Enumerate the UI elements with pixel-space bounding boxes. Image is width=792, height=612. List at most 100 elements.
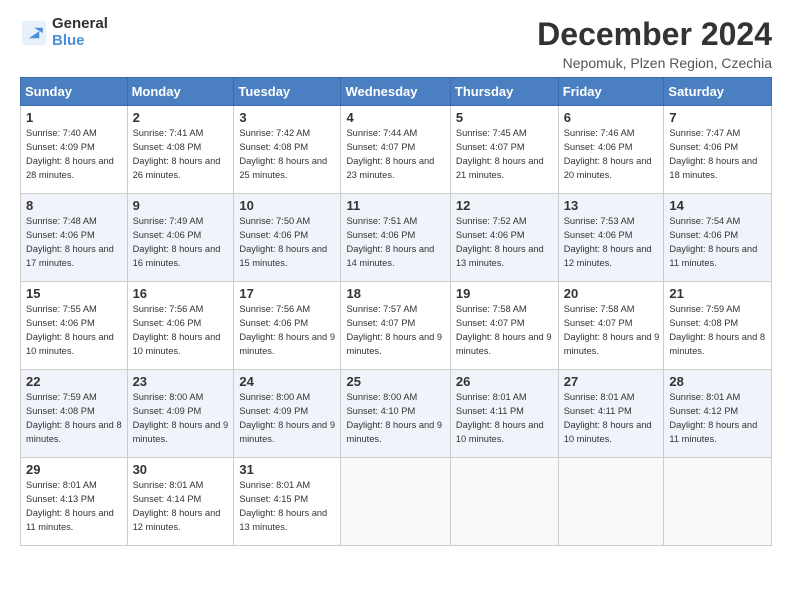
day-detail: Sunrise: 7:48 AM Sunset: 4:06 PM Dayligh… — [26, 215, 123, 271]
day-number: 3 — [239, 110, 336, 125]
sunrise-text: Sunrise: 7:59 AM — [669, 303, 767, 317]
calendar-title: December 2024 — [537, 16, 772, 53]
sunset-text: Sunset: 4:11 PM — [564, 405, 660, 419]
calendar-cell: 27 Sunrise: 8:01 AM Sunset: 4:11 PM Dayl… — [558, 370, 664, 458]
day-detail: Sunrise: 8:00 AM Sunset: 4:09 PM Dayligh… — [239, 391, 336, 447]
sunrise-text: Sunrise: 8:01 AM — [26, 479, 123, 493]
sunset-text: Sunset: 4:07 PM — [564, 317, 660, 331]
day-number: 29 — [26, 462, 123, 477]
day-detail: Sunrise: 8:00 AM Sunset: 4:10 PM Dayligh… — [346, 391, 445, 447]
day-detail: Sunrise: 7:40 AM Sunset: 4:09 PM Dayligh… — [26, 127, 123, 183]
day-detail: Sunrise: 7:51 AM Sunset: 4:06 PM Dayligh… — [346, 215, 445, 271]
calendar-table: SundayMondayTuesdayWednesdayThursdayFrid… — [20, 77, 772, 546]
sunrise-text: Sunrise: 7:50 AM — [239, 215, 336, 229]
daylight-text: Daylight: 8 hours and 11 minutes. — [26, 507, 123, 535]
sunset-text: Sunset: 4:07 PM — [346, 141, 445, 155]
day-number: 6 — [564, 110, 660, 125]
daylight-text: Daylight: 8 hours and 9 minutes. — [346, 331, 445, 359]
logo: General Blue — [20, 16, 108, 49]
day-number: 10 — [239, 198, 336, 213]
sunrise-text: Sunrise: 8:01 AM — [133, 479, 230, 493]
sunrise-text: Sunrise: 8:00 AM — [346, 391, 445, 405]
calendar-cell: 2 Sunrise: 7:41 AM Sunset: 4:08 PM Dayli… — [127, 106, 234, 194]
day-detail: Sunrise: 7:59 AM Sunset: 4:08 PM Dayligh… — [669, 303, 767, 359]
calendar-subtitle: Nepomuk, Plzen Region, Czechia — [537, 55, 772, 71]
day-detail: Sunrise: 7:41 AM Sunset: 4:08 PM Dayligh… — [133, 127, 230, 183]
day-detail: Sunrise: 7:58 AM Sunset: 4:07 PM Dayligh… — [456, 303, 554, 359]
day-detail: Sunrise: 8:01 AM Sunset: 4:11 PM Dayligh… — [456, 391, 554, 447]
day-number: 4 — [346, 110, 445, 125]
title-block: December 2024 Nepomuk, Plzen Region, Cze… — [537, 16, 772, 71]
day-number: 23 — [133, 374, 230, 389]
calendar-cell: 6 Sunrise: 7:46 AM Sunset: 4:06 PM Dayli… — [558, 106, 664, 194]
day-detail: Sunrise: 7:55 AM Sunset: 4:06 PM Dayligh… — [26, 303, 123, 359]
day-detail: Sunrise: 7:52 AM Sunset: 4:06 PM Dayligh… — [456, 215, 554, 271]
calendar-cell: 28 Sunrise: 8:01 AM Sunset: 4:12 PM Dayl… — [664, 370, 772, 458]
day-number: 31 — [239, 462, 336, 477]
daylight-text: Daylight: 8 hours and 8 minutes. — [669, 331, 767, 359]
day-of-week-sunday: Sunday — [21, 78, 128, 106]
day-detail: Sunrise: 7:44 AM Sunset: 4:07 PM Dayligh… — [346, 127, 445, 183]
calendar-cell: 9 Sunrise: 7:49 AM Sunset: 4:06 PM Dayli… — [127, 194, 234, 282]
day-number: 21 — [669, 286, 767, 301]
daylight-text: Daylight: 8 hours and 16 minutes. — [133, 243, 230, 271]
day-number: 8 — [26, 198, 123, 213]
sunset-text: Sunset: 4:12 PM — [669, 405, 767, 419]
day-number: 16 — [133, 286, 230, 301]
daylight-text: Daylight: 8 hours and 14 minutes. — [346, 243, 445, 271]
sunrise-text: Sunrise: 8:01 AM — [669, 391, 767, 405]
sunrise-text: Sunrise: 7:57 AM — [346, 303, 445, 317]
daylight-text: Daylight: 8 hours and 9 minutes. — [346, 419, 445, 447]
day-number: 24 — [239, 374, 336, 389]
daylight-text: Daylight: 8 hours and 12 minutes. — [564, 243, 660, 271]
calendar-cell: 12 Sunrise: 7:52 AM Sunset: 4:06 PM Dayl… — [450, 194, 558, 282]
day-number: 25 — [346, 374, 445, 389]
day-of-week-wednesday: Wednesday — [341, 78, 450, 106]
sunrise-text: Sunrise: 7:47 AM — [669, 127, 767, 141]
calendar-cell: 8 Sunrise: 7:48 AM Sunset: 4:06 PM Dayli… — [21, 194, 128, 282]
calendar-week-row: 8 Sunrise: 7:48 AM Sunset: 4:06 PM Dayli… — [21, 194, 772, 282]
calendar-cell: 25 Sunrise: 8:00 AM Sunset: 4:10 PM Dayl… — [341, 370, 450, 458]
sunrise-text: Sunrise: 7:59 AM — [26, 391, 123, 405]
calendar-cell: 10 Sunrise: 7:50 AM Sunset: 4:06 PM Dayl… — [234, 194, 341, 282]
daylight-text: Daylight: 8 hours and 17 minutes. — [26, 243, 123, 271]
day-number: 14 — [669, 198, 767, 213]
calendar-cell: 16 Sunrise: 7:56 AM Sunset: 4:06 PM Dayl… — [127, 282, 234, 370]
day-number: 26 — [456, 374, 554, 389]
logo-text-blue: Blue — [52, 33, 108, 50]
day-number: 9 — [133, 198, 230, 213]
header: General Blue December 2024 Nepomuk, Plze… — [20, 16, 772, 71]
sunset-text: Sunset: 4:06 PM — [26, 317, 123, 331]
sunrise-text: Sunrise: 8:01 AM — [239, 479, 336, 493]
day-detail: Sunrise: 7:50 AM Sunset: 4:06 PM Dayligh… — [239, 215, 336, 271]
sunrise-text: Sunrise: 8:00 AM — [239, 391, 336, 405]
daylight-text: Daylight: 8 hours and 9 minutes. — [239, 331, 336, 359]
sunset-text: Sunset: 4:09 PM — [26, 141, 123, 155]
sunrise-text: Sunrise: 7:53 AM — [564, 215, 660, 229]
sunrise-text: Sunrise: 7:44 AM — [346, 127, 445, 141]
calendar-week-row: 1 Sunrise: 7:40 AM Sunset: 4:09 PM Dayli… — [21, 106, 772, 194]
calendar-week-row: 29 Sunrise: 8:01 AM Sunset: 4:13 PM Dayl… — [21, 458, 772, 546]
day-of-week-monday: Monday — [127, 78, 234, 106]
sunset-text: Sunset: 4:09 PM — [133, 405, 230, 419]
day-detail: Sunrise: 7:49 AM Sunset: 4:06 PM Dayligh… — [133, 215, 230, 271]
day-number: 2 — [133, 110, 230, 125]
day-number: 5 — [456, 110, 554, 125]
daylight-text: Daylight: 8 hours and 15 minutes. — [239, 243, 336, 271]
calendar-cell: 20 Sunrise: 7:58 AM Sunset: 4:07 PM Dayl… — [558, 282, 664, 370]
day-detail: Sunrise: 7:42 AM Sunset: 4:08 PM Dayligh… — [239, 127, 336, 183]
day-detail: Sunrise: 7:47 AM Sunset: 4:06 PM Dayligh… — [669, 127, 767, 183]
sunrise-text: Sunrise: 7:58 AM — [456, 303, 554, 317]
daylight-text: Daylight: 8 hours and 9 minutes. — [239, 419, 336, 447]
calendar-cell: 29 Sunrise: 8:01 AM Sunset: 4:13 PM Dayl… — [21, 458, 128, 546]
sunrise-text: Sunrise: 7:56 AM — [239, 303, 336, 317]
day-number: 11 — [346, 198, 445, 213]
day-number: 12 — [456, 198, 554, 213]
calendar-cell — [558, 458, 664, 546]
sunset-text: Sunset: 4:06 PM — [239, 317, 336, 331]
sunrise-text: Sunrise: 7:58 AM — [564, 303, 660, 317]
day-number: 15 — [26, 286, 123, 301]
calendar-cell: 23 Sunrise: 8:00 AM Sunset: 4:09 PM Dayl… — [127, 370, 234, 458]
day-detail: Sunrise: 7:56 AM Sunset: 4:06 PM Dayligh… — [239, 303, 336, 359]
day-detail: Sunrise: 8:01 AM Sunset: 4:15 PM Dayligh… — [239, 479, 336, 535]
